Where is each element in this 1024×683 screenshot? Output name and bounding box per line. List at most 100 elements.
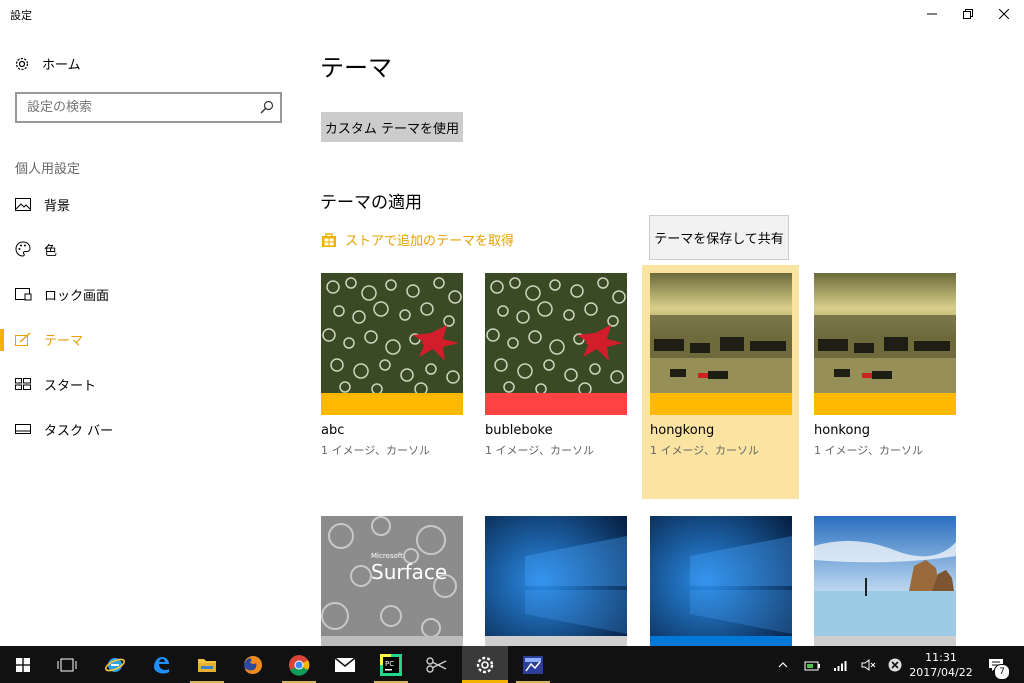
edge-app[interactable]	[138, 646, 184, 683]
file-explorer-app[interactable]	[184, 646, 230, 683]
theme-name: bubleboke	[485, 423, 553, 438]
theme-card-windows-2[interactable]	[650, 516, 792, 646]
firefox-icon	[244, 655, 262, 674]
theme-card-surface[interactable]: Microsoft Surface	[321, 516, 463, 646]
app-window-icon	[523, 655, 543, 674]
main-content: テーマ カスタム テーマを使用 テーマの適用 ストアで追加のテーマを取得 テーマ…	[300, 28, 1024, 646]
sidebar-item-label: ロック画面	[44, 288, 110, 304]
store-bag-icon	[322, 232, 336, 247]
taskbar-icon	[14, 420, 32, 438]
sidebar-item-label: スタート	[44, 378, 97, 394]
custom-theme-button[interactable]: カスタム テーマを使用	[321, 112, 463, 142]
theme-card-windows[interactable]	[485, 516, 627, 646]
battery-icon	[804, 661, 820, 670]
theme-thumbnail	[814, 273, 956, 393]
theme-thumbnail	[321, 273, 463, 393]
sidebar-item-taskbar[interactable]: タスク バー	[0, 411, 300, 447]
theme-thumbnail	[814, 516, 956, 646]
minimize-icon	[927, 13, 937, 15]
action-center-button[interactable]: 7	[984, 646, 1010, 683]
sidebar-item-start[interactable]: スタート	[0, 366, 300, 402]
scissors-icon	[426, 656, 447, 673]
theme-brush-icon	[14, 330, 32, 348]
picture-icon	[14, 195, 32, 213]
theme-thumbnail: Microsoft Surface	[321, 516, 463, 646]
theme-description: 1 イメージ、カーソル	[321, 444, 430, 457]
sidebar-item-label: 色	[44, 243, 58, 259]
start-tiles-icon	[14, 375, 32, 393]
close-button[interactable]	[986, 0, 1022, 28]
tray-volume[interactable]	[858, 646, 880, 683]
store-link-label: ストアで追加のテーマを取得	[345, 234, 515, 249]
tray-status[interactable]	[884, 646, 906, 683]
home-link[interactable]: ホーム	[14, 54, 81, 73]
surface-brand-text: Surface	[371, 560, 448, 584]
sidebar-item-label: テーマ	[44, 333, 84, 349]
task-view-icon	[57, 658, 77, 671]
palette-icon	[14, 240, 32, 258]
theme-color-bar	[321, 393, 463, 415]
clock-time: 11:31	[925, 651, 957, 664]
chrome-icon	[289, 654, 310, 676]
restore-icon	[963, 9, 973, 19]
edge-icon	[154, 656, 169, 673]
page-title: テーマ	[320, 54, 392, 82]
pycharm-app[interactable]: PC	[368, 646, 414, 683]
minimize-button[interactable]	[914, 0, 950, 28]
theme-name: hongkong	[650, 423, 715, 438]
sidebar-item-lock-screen[interactable]: ロック画面	[0, 276, 300, 312]
theme-thumbnail	[485, 516, 627, 646]
theme-card-beach[interactable]	[814, 516, 956, 646]
chevron-up-icon	[778, 661, 788, 667]
surface-brand-small: Microsoft	[371, 552, 403, 560]
sidebar-item-background[interactable]: 背景	[0, 186, 300, 222]
search-input[interactable]	[17, 94, 257, 121]
visual-studio-app[interactable]	[510, 646, 556, 683]
theme-card-bubleboke[interactable]: bubleboke 1 イメージ、カーソル	[485, 273, 627, 458]
pycharm-icon: PC	[380, 653, 402, 676]
folder-icon	[198, 658, 216, 672]
restore-button[interactable]	[950, 0, 986, 28]
home-label: ホーム	[42, 58, 81, 73]
sidebar-item-label: タスク バー	[44, 423, 114, 439]
theme-card-abc[interactable]: abc 1 イメージ、カーソル	[321, 273, 463, 458]
tray-overflow-button[interactable]	[772, 646, 794, 683]
taskbar-clock[interactable]: 11:31 2017/04/22	[906, 650, 976, 680]
task-view-button[interactable]	[44, 646, 90, 683]
volume-muted-icon	[861, 658, 876, 671]
ie-app[interactable]	[92, 646, 138, 683]
search-box[interactable]	[15, 92, 282, 123]
theme-color-bar	[650, 393, 792, 415]
status-x-icon	[888, 658, 902, 671]
theme-card-honkong[interactable]: honkong 1 イメージ、カーソル	[814, 273, 956, 458]
theme-thumbnail	[650, 516, 792, 646]
tray-power[interactable]	[802, 646, 824, 683]
firefox-app[interactable]	[230, 646, 276, 683]
sidebar-item-label: 背景	[44, 198, 71, 214]
start-button[interactable]	[0, 646, 46, 683]
mail-icon	[334, 656, 356, 672]
save-theme-tooltip[interactable]: テーマを保存して共有	[649, 215, 789, 260]
theme-thumbnail	[650, 273, 792, 393]
mail-app[interactable]	[322, 646, 368, 683]
theme-thumbnail	[485, 273, 627, 393]
sidebar: ホーム 個人用設定 背景 色 ロック画面 テーマ	[0, 28, 300, 646]
sidebar-item-themes[interactable]: テーマ	[0, 321, 300, 357]
theme-name: abc	[321, 423, 345, 438]
settings-app[interactable]	[462, 646, 508, 683]
store-link[interactable]: ストアで追加のテーマを取得	[321, 230, 514, 249]
theme-description: 1 イメージ、カーソル	[650, 444, 759, 457]
svg-text:PC: PC	[385, 660, 394, 668]
apply-theme-heading: テーマの適用	[320, 193, 422, 213]
sidebar-item-colors[interactable]: 色	[0, 231, 300, 267]
lock-screen-icon	[14, 285, 32, 303]
snipping-tool-app[interactable]	[414, 646, 460, 683]
chrome-app[interactable]	[276, 646, 322, 683]
search-icon	[260, 100, 274, 114]
theme-card-hongkong[interactable]: hongkong 1 イメージ、カーソル	[650, 273, 792, 458]
clock-date: 2017/04/22	[909, 666, 973, 679]
notification-count-badge: 7	[994, 664, 1010, 680]
tray-network[interactable]	[830, 646, 852, 683]
theme-description: 1 イメージ、カーソル	[485, 444, 594, 457]
close-icon	[999, 9, 1009, 19]
